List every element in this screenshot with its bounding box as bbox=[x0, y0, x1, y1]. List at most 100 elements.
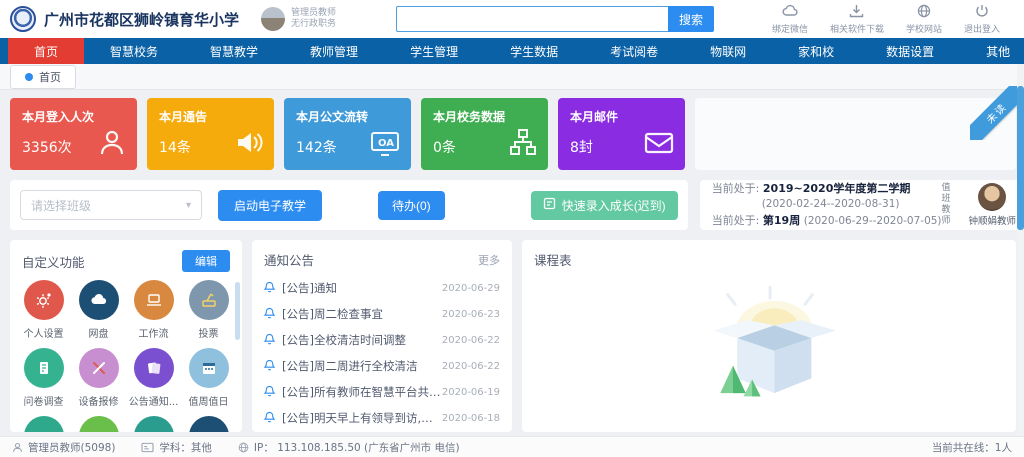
bell-icon bbox=[264, 333, 275, 348]
fn-label: 个人设置 bbox=[24, 325, 64, 340]
nav-item-student-data[interactable]: 学生数据 bbox=[484, 38, 584, 64]
class-select[interactable]: 请选择班级 ▾ bbox=[20, 190, 202, 220]
nav-item-student-mgmt[interactable]: 学生管理 bbox=[384, 38, 484, 64]
nav-item-teacher-mgmt[interactable]: 教师管理 bbox=[284, 38, 384, 64]
bell-icon bbox=[264, 385, 275, 400]
fn-survey[interactable]: 问卷调查 bbox=[16, 348, 71, 408]
edit-functions-button[interactable]: 编辑 bbox=[182, 250, 230, 272]
announcement-item[interactable]: [公告]所有教师在智慧平台共享网盘中上传... 2020-06-19 bbox=[264, 379, 500, 405]
breadcrumb-tab-home[interactable]: 首页 bbox=[10, 65, 76, 89]
week-line: 当前处于: 第19周 (2020-06-29--2020-07-05) bbox=[712, 213, 942, 230]
duty-teacher[interactable]: 钟顺娟教师 bbox=[969, 183, 1017, 227]
announcement-item[interactable]: [公告]通知 2020-06-29 bbox=[264, 275, 500, 301]
function-grid: 个人设置 网盘 工作流 bbox=[10, 278, 242, 432]
scrollbar-thumb[interactable] bbox=[235, 282, 240, 340]
software-download-label: 相关软件下载 bbox=[830, 22, 884, 35]
nav-item-exam-marking[interactable]: 考试阅卷 bbox=[584, 38, 684, 64]
panels-row: 自定义功能 编辑 个人设置 网盘 bbox=[10, 240, 1016, 432]
user-role-subtitle: 无行政职务 bbox=[291, 19, 336, 30]
class-select-placeholder: 请选择班级 bbox=[31, 197, 91, 214]
stat-card-mail[interactable]: 本月邮件 8封 bbox=[558, 98, 685, 170]
custom-functions-panel: 自定义功能 编辑 个人设置 网盘 bbox=[10, 240, 242, 432]
nav-item-smart-campus[interactable]: 智慧校务 bbox=[84, 38, 184, 64]
announcement-date: 2020-06-18 bbox=[442, 413, 500, 424]
user-avatar[interactable] bbox=[261, 7, 285, 31]
announcement-text: [公告]所有教师在智慧平台共享网盘中上传... bbox=[282, 384, 442, 400]
unread-ribbon[interactable]: 未读 bbox=[970, 86, 1018, 140]
search-button[interactable]: 搜索 bbox=[668, 6, 714, 32]
notice-icon bbox=[134, 348, 174, 388]
stat-card-school-data[interactable]: 本月校务数据 0条 bbox=[421, 98, 548, 170]
fn-duty-roster[interactable]: 值周值日 bbox=[181, 348, 236, 408]
person-icon bbox=[12, 442, 23, 453]
oa-monitor-icon: OA bbox=[369, 129, 401, 160]
nav-item-home-school[interactable]: 家和校 bbox=[772, 38, 860, 64]
fn-netdisk[interactable]: 网盘 bbox=[71, 280, 126, 340]
announcement-date: 2020-06-29 bbox=[442, 283, 500, 294]
fn-announcement-notice[interactable]: 公告通知... bbox=[126, 348, 181, 408]
teacher-avatar bbox=[978, 183, 1006, 211]
quick-entry-label: 快速录入成长(迟到) bbox=[562, 197, 666, 214]
stat-card-logins[interactable]: 本月登入人次 3356次 bbox=[10, 98, 137, 170]
footer-ip: IP： 113.108.185.50 (广东省广州市 电信) bbox=[238, 440, 460, 455]
nav-item-smart-teaching[interactable]: 智慧教学 bbox=[184, 38, 284, 64]
announcement-item[interactable]: [公告]周二检查事宜 2020-06-23 bbox=[264, 301, 500, 327]
stat-cards-row: 本月登入人次 3356次 本月通告 14条 本月公文流转 142条 OA 本月校… bbox=[10, 98, 1016, 170]
announcement-text: [公告]明天早上有领导到访,各位老师按要求... bbox=[282, 410, 442, 426]
chevron-down-icon: ▾ bbox=[186, 200, 191, 211]
fn-more-partial[interactable] bbox=[16, 416, 71, 432]
footer-user: 管理员教师(5098) bbox=[12, 440, 115, 455]
fn-workflow[interactable]: 工作流 bbox=[126, 280, 181, 340]
partial-icon bbox=[79, 416, 119, 432]
nav-item-home[interactable]: 首页 bbox=[8, 38, 84, 64]
current-user[interactable]: 管理员教师 无行政职务 bbox=[261, 7, 336, 31]
speaker-icon bbox=[234, 127, 264, 160]
announcement-item[interactable]: [公告]全校清洁时间调整 2020-06-22 bbox=[264, 327, 500, 353]
bind-wechat-link[interactable]: 绑定微信 bbox=[772, 4, 808, 35]
announcement-date: 2020-06-19 bbox=[442, 387, 500, 398]
nav-item-iot[interactable]: 物联网 bbox=[684, 38, 772, 64]
fn-more-partial[interactable] bbox=[181, 416, 236, 432]
semester-panel: 当前处于: 2019~2020学年度第二学期 (2020-02-24--2020… bbox=[700, 180, 1024, 230]
logout-link[interactable]: 退出登入 bbox=[964, 4, 1000, 35]
fn-more-partial[interactable] bbox=[71, 416, 126, 432]
announcement-text: [公告]周二检查事宜 bbox=[282, 306, 383, 322]
nav-item-other[interactable]: 其他 bbox=[960, 38, 1024, 64]
announcement-text: [公告]周二周进行全校清洁 bbox=[282, 358, 417, 374]
fn-equipment-repair[interactable]: 设备报修 bbox=[71, 348, 126, 408]
announcement-date: 2020-06-23 bbox=[442, 309, 500, 320]
todo-button[interactable]: 待办(0) bbox=[378, 191, 445, 220]
fn-vote[interactable]: 投票 bbox=[181, 280, 236, 340]
breadcrumb-row: 首页 bbox=[0, 64, 1024, 90]
fn-more-partial[interactable] bbox=[126, 416, 181, 432]
school-website-link[interactable]: 学校网站 bbox=[906, 4, 942, 35]
stat-card-title: 本月公文流转 bbox=[296, 108, 399, 125]
more-link[interactable]: 更多 bbox=[478, 252, 500, 268]
user-icon bbox=[97, 127, 127, 160]
bell-icon bbox=[264, 281, 275, 296]
custom-functions-header: 自定义功能 编辑 bbox=[10, 240, 242, 278]
stat-card-documents[interactable]: 本月公文流转 142条 OA bbox=[284, 98, 411, 170]
semester-info: 当前处于: 2019~2020学年度第二学期 (2020-02-24--2020… bbox=[712, 181, 942, 230]
semester-term: 2019~2020学年度第二学期 bbox=[763, 182, 910, 195]
fn-label: 公告通知... bbox=[129, 393, 179, 408]
page-scrollbar-thumb[interactable] bbox=[1017, 86, 1024, 230]
footer-subject-text: 学科：其他 bbox=[159, 440, 212, 455]
panel-scrollbar[interactable] bbox=[235, 282, 240, 422]
teaching-toolbar: 请选择班级 ▾ 启动电子教学 待办(0) 快速录入成长(迟到) bbox=[10, 180, 688, 230]
fn-label: 投票 bbox=[199, 325, 219, 340]
announcements-panel: 通知公告 更多 [公告]通知 2020-06-29 [公告]周二检查事宜 202… bbox=[252, 240, 512, 432]
announcement-item[interactable]: [公告]周二周进行全校清洁 2020-06-22 bbox=[264, 353, 500, 379]
page-scrollbar[interactable] bbox=[1017, 64, 1024, 436]
status-bar: 管理员教师(5098) 学科：其他 IP： 113.108.185.50 (广东… bbox=[0, 436, 1024, 457]
footer-ip-text: IP： 113.108.185.50 (广东省广州市 电信) bbox=[254, 440, 460, 455]
software-download-link[interactable]: 相关软件下载 bbox=[830, 4, 884, 35]
search-input[interactable] bbox=[396, 6, 668, 32]
custom-functions-title: 自定义功能 bbox=[22, 252, 85, 271]
nav-item-data-settings[interactable]: 数据设置 bbox=[860, 38, 960, 64]
start-eteaching-button[interactable]: 启动电子教学 bbox=[218, 190, 322, 221]
fn-personal-settings[interactable]: 个人设置 bbox=[16, 280, 71, 340]
announcement-item[interactable]: [公告]明天早上有领导到访,各位老师按要求... 2020-06-18 bbox=[264, 405, 500, 431]
quick-entry-button[interactable]: 快速录入成长(迟到) bbox=[531, 191, 678, 220]
stat-card-notices[interactable]: 本月通告 14条 bbox=[147, 98, 274, 170]
